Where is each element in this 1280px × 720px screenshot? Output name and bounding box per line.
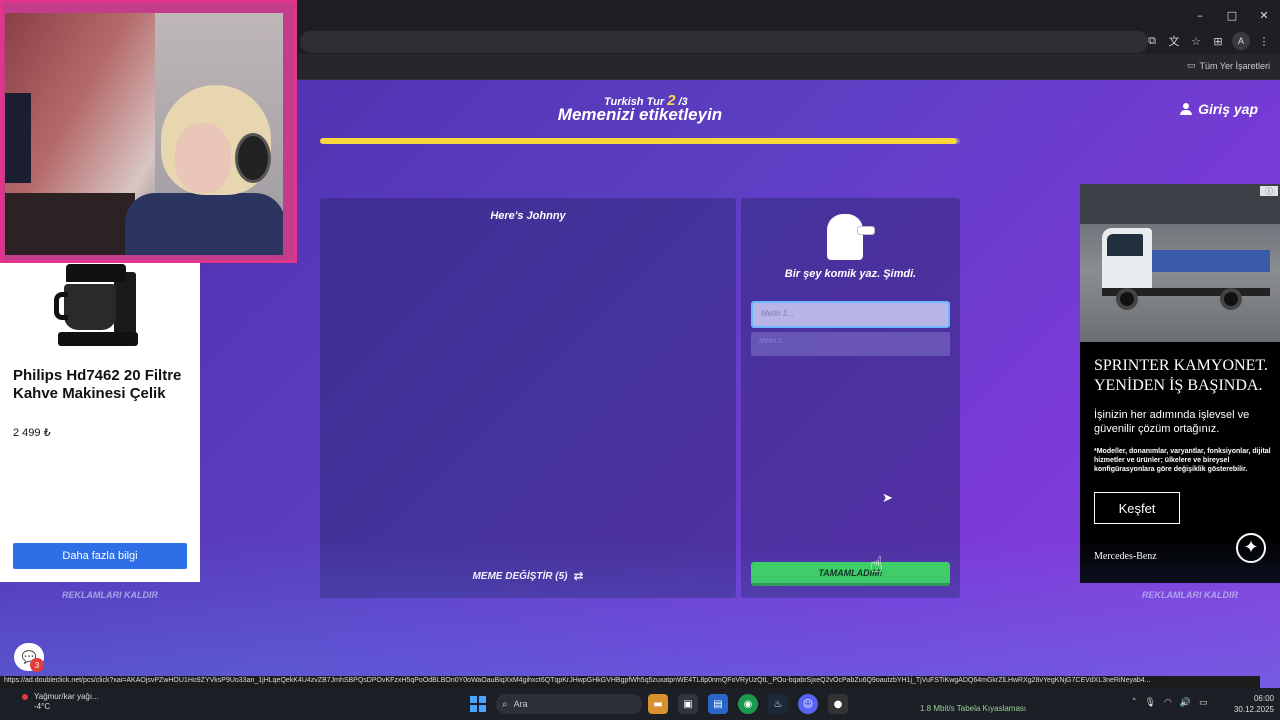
address-bar[interactable] [300,31,1148,53]
toolbar-icons: ⧉ 文 ☆ ⊞ A ⋮ [1144,32,1272,50]
install-app-icon[interactable]: ⧉ [1144,33,1160,49]
minimize-button[interactable]: – [1184,0,1216,30]
news-widget-icon[interactable]: ▬ [648,694,668,714]
wifi-icon[interactable]: ◠ [1164,698,1172,708]
microphone-icon[interactable]: 🎙 [1145,698,1156,708]
bookmark-star-icon[interactable]: ☆ [1188,33,1204,49]
timer-progress-bar [320,138,960,144]
swap-icon: ⇄ [573,569,584,583]
folder-icon: ▭ [1186,60,1196,70]
change-meme-label: MEME DEĞİŞTİR (5) [472,570,568,582]
taskbar-search[interactable]: ⌕ Ara [496,694,642,714]
caption-panel: Bir şey komik yaz. Şimdi. Metin 1... Met… [741,198,960,598]
taskbar-clock[interactable]: 06:00 30.12.2025 [1230,693,1274,715]
discord-icon[interactable]: ☺ [798,694,818,714]
more-info-button[interactable]: Daha fazla bilgi [13,543,187,569]
remove-ads-right[interactable]: REKLAMLARI KALDIR [1142,590,1238,600]
done-button[interactable]: TAMAMLADIM! [751,562,950,586]
page-title: Memenizi etiketleyin [557,105,723,124]
chat-badge: 3 [30,658,44,672]
user-icon [1180,103,1193,115]
caption-prompt: Bir şey komik yaz. Şimdi. [784,268,917,280]
profile-avatar[interactable]: A [1232,32,1250,50]
hand-cursor-icon: ☝ [870,553,884,578]
windows-start-icon[interactable] [470,696,486,712]
translate-icon[interactable]: 文 [1166,33,1182,49]
extensions-icon[interactable]: ⊞ [1210,33,1226,49]
weather-temperature: -4°C [34,702,51,711]
caption-input-2[interactable]: Metin 2... [751,332,950,356]
maximize-button[interactable]: □ [1216,0,1248,30]
ad-heading: SPRINTER KAMYONET. YENİDEN İŞ BAŞINDA. [1094,357,1268,394]
brand-name: Mercedes-Benz [1094,551,1157,562]
mascot-pointing-icon [827,208,875,262]
status-bar-url: https://ad.doubleclick.net/pcs/click?xai… [0,676,1260,688]
weather-widget[interactable]: Yağmur/kar yağı... -4°C [34,692,99,712]
window-controls: – □ ✕ [1184,0,1280,30]
timer-progress-fill [320,138,957,144]
system-tray: ˄ 🎙 ◠ 🔊 ▭ [1132,698,1208,708]
chevron-up-icon[interactable]: ˄ [1132,698,1137,708]
ad-footnote: *Modeller, donanımlar, varyantlar, fonks… [1094,448,1271,473]
van-photo [1080,184,1280,342]
taskbar-apps: ▬ ▣ ▤ ◉ ♨ ☺ ● [648,694,848,714]
task-view-icon[interactable]: ▣ [678,694,698,714]
coffee-maker-ad[interactable]: Philips Hd7462 20 Filtre Kahve Makinesi … [0,262,200,582]
adchoices-icon[interactable]: ⓘ [1260,186,1278,196]
webcam-overlay [0,0,297,263]
obs-icon[interactable]: ● [828,694,848,714]
product-name: Philips Hd7462 20 Filtre Kahve Makinesi … [13,367,182,402]
taskbar-search-placeholder: Ara [513,699,528,709]
chrome-icon[interactable]: ◉ [738,694,758,714]
discover-button[interactable]: Keşfet [1094,492,1180,524]
menu-kebab-icon[interactable]: ⋮ [1256,33,1272,49]
volume-icon[interactable]: 🔊 [1180,698,1191,708]
ad-body: İşinizin her adımında işlevsel ve güveni… [1094,409,1250,435]
coffee-maker-image [52,262,142,352]
remove-ads-left[interactable]: REKLAMLARI KALDIR [62,590,158,600]
battery-icon[interactable]: ▭ [1199,698,1208,708]
mercedes-star-icon [1236,533,1266,563]
clock-date: 30.12.2025 [1233,705,1274,714]
search-icon: ⌕ [502,698,508,710]
file-explorer-icon[interactable]: ▤ [708,694,728,714]
mercedes-ad[interactable]: ⓘ SPRINTER KAMYONET. YENİDEN İŞ BAŞINDA.… [1080,184,1280,583]
webcam-feed [5,13,283,255]
all-bookmarks-button[interactable]: ▭ Tüm Yer İşaretleri [1187,60,1270,71]
caption-input-1[interactable]: Metin 1... [751,301,950,328]
login-button[interactable]: Giriş yap [1180,101,1258,117]
meme-title: Here's Johnny [490,210,566,222]
product-price: 2 499 ₺ [13,427,51,439]
weather-alert-icon [22,694,28,700]
login-label: Giriş yap [1198,101,1258,117]
mouse-pointer-icon: ➤ [882,491,893,506]
clock-time: 06:00 [1253,694,1274,703]
all-bookmarks-label: Tüm Yer İşaretleri [1199,60,1270,71]
tray-network-text: 1.8 Mbit/s Tabela Kıyaslaması [920,704,1027,713]
change-meme-button[interactable]: MEME DEĞİŞTİR (5) ⇄ [320,569,736,583]
steam-icon[interactable]: ♨ [768,694,788,714]
meme-panel: Here's Johnny MEME DEĞİŞTİR (5) ⇄ [320,198,736,598]
close-button[interactable]: ✕ [1248,0,1280,30]
weather-condition: Yağmur/kar yağı... [34,692,99,701]
